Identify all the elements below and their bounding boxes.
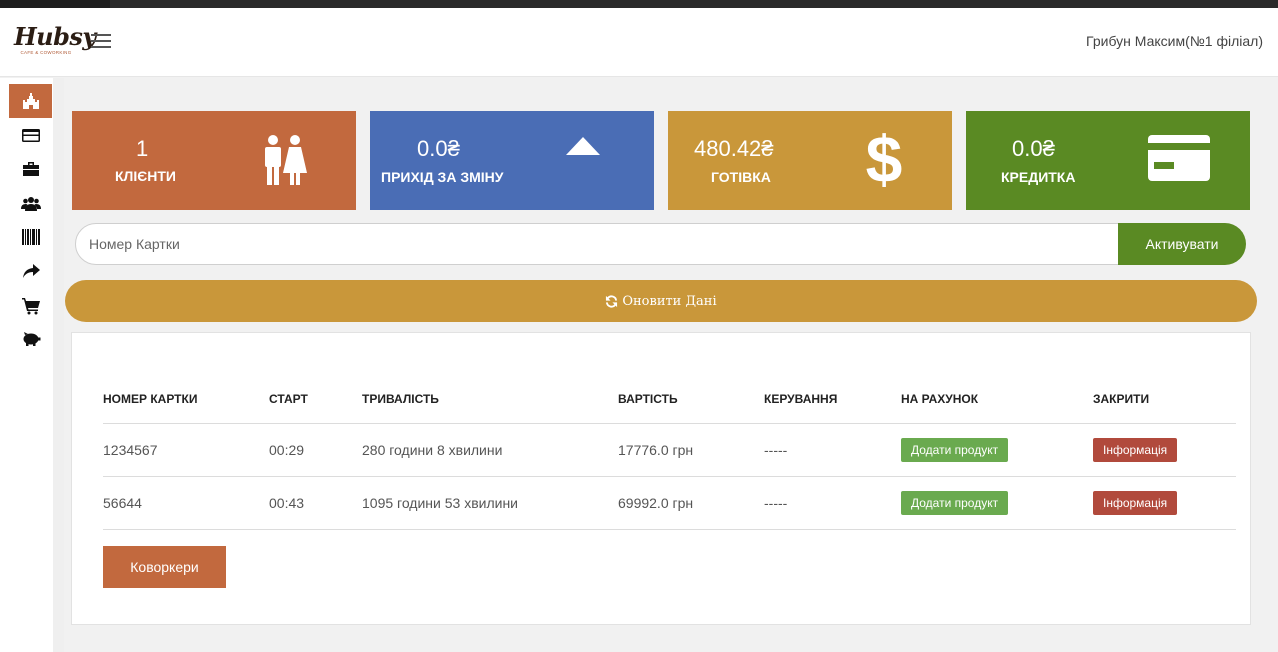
cart-icon	[21, 298, 40, 315]
coworkers-button[interactable]: Коворкери	[103, 546, 226, 588]
cell-account: Додати продукт	[901, 476, 1093, 530]
people-icon	[265, 135, 307, 185]
svg-text:$: $	[866, 126, 903, 190]
refresh-label: Оновити Дані	[622, 293, 717, 309]
dollar-icon: $	[866, 126, 903, 190]
stat-clients-label: КЛІЄНТИ	[115, 168, 176, 184]
sidebar-item-cart[interactable]	[9, 288, 52, 322]
cell-cost: 17776.0 грн	[618, 423, 764, 477]
add-product-button[interactable]: Додати продукт	[901, 490, 1009, 515]
col-account: НА РАХУНОК	[901, 375, 1093, 424]
info-button[interactable]: Інформація	[1093, 490, 1178, 515]
stat-credit-label: КРЕДИТКА	[1001, 169, 1076, 185]
sidebar-item-piggy[interactable]	[9, 322, 52, 356]
stat-income-value: 0.0₴	[417, 136, 460, 161]
col-start: СТАРТ	[269, 375, 362, 424]
cell-close: Інформація	[1093, 476, 1236, 530]
col-cost: ВАРТІСТЬ	[618, 375, 764, 424]
briefcase-icon	[22, 162, 39, 176]
col-duration: ТРИВАЛІСТЬ	[362, 375, 618, 424]
info-button[interactable]: Інформація	[1093, 437, 1178, 462]
cell-start: 00:29	[269, 423, 362, 477]
logo-text: Hubsy	[14, 22, 96, 51]
stat-clients: 1 КЛІЄНТИ	[72, 111, 356, 210]
sidebar-item-card[interactable]	[9, 118, 52, 152]
users-icon	[20, 197, 41, 211]
stat-clients-value: 1	[136, 136, 149, 161]
cell-account: Додати продукт	[901, 423, 1093, 477]
cell-duration: 1095 години 53 хвилини	[362, 476, 618, 530]
sidebar-divider	[53, 78, 64, 652]
cell-cost: 69992.0 грн	[618, 476, 764, 530]
sidebar-item-barcode[interactable]	[9, 220, 52, 254]
add-product-button[interactable]: Додати продукт	[901, 437, 1009, 462]
sidebar-item-share[interactable]	[9, 254, 52, 288]
sidebar	[0, 78, 53, 652]
sidebar-item-users[interactable]	[9, 186, 52, 220]
top-strip	[0, 0, 1278, 8]
card-number-input[interactable]	[75, 223, 1135, 265]
stat-income-label: ПРИХІД ЗА ЗМІНУ	[381, 169, 504, 185]
cell-close: Інформація	[1093, 423, 1236, 477]
stat-shift-income: 0.0₴ ПРИХІД ЗА ЗМІНУ	[370, 111, 654, 210]
credit-card-icon	[1148, 135, 1210, 181]
stat-cash-value: 480.42₴	[694, 136, 774, 161]
header: Hubsy CAFE & COWORKING Грибун Максим(№1 …	[0, 8, 1278, 77]
sidebar-item-briefcase[interactable]	[9, 152, 52, 186]
sidebar-item-castle[interactable]	[9, 84, 52, 118]
refresh-icon	[606, 294, 618, 308]
hamburger-menu-icon[interactable]	[91, 34, 111, 50]
logo-subtitle: CAFE & COWORKING	[20, 50, 72, 55]
cell-card: 1234567	[103, 423, 269, 477]
sessions-table: НОМЕР КАРТКИ СТАРТ ТРИВАЛІСТЬ ВАРТІСТЬ К…	[103, 375, 1236, 530]
col-close: ЗАКРИТИ	[1093, 375, 1236, 424]
table-row: 56644 00:43 1095 години 53 хвилини 69992…	[103, 476, 1236, 530]
col-card-number: НОМЕР КАРТКИ	[103, 375, 269, 424]
table-header-row: НОМЕР КАРТКИ СТАРТ ТРИВАЛІСТЬ ВАРТІСТЬ К…	[103, 375, 1236, 424]
piggy-bank-icon	[23, 332, 40, 346]
cell-start: 00:43	[269, 476, 362, 530]
card-activation-form: Активувати	[75, 223, 1247, 265]
cell-control: -----	[764, 476, 901, 530]
stat-cash: 480.42₴ ГОТІВКА $	[668, 111, 952, 210]
stat-cash-label: ГОТІВКА	[711, 169, 771, 185]
sessions-panel: НОМЕР КАРТКИ СТАРТ ТРИВАЛІСТЬ ВАРТІСТЬ К…	[71, 332, 1251, 625]
table-row: 1234567 00:29 280 години 8 хвилини 17776…	[103, 423, 1236, 477]
share-arrow-icon	[22, 264, 40, 278]
barcode-icon	[21, 229, 40, 245]
user-name[interactable]: Грибун Максим(№1 філіал)	[1086, 33, 1263, 49]
cell-duration: 280 години 8 хвилини	[362, 423, 618, 477]
triangle-up-icon	[566, 137, 600, 155]
cell-card: 56644	[103, 476, 269, 530]
stat-credit-value: 0.0₴	[1012, 136, 1055, 161]
castle-icon	[22, 93, 39, 109]
credit-card-icon	[21, 129, 40, 142]
refresh-data-button[interactable]: Оновити Дані	[65, 280, 1257, 322]
col-control: КЕРУВАННЯ	[764, 375, 901, 424]
cell-control: -----	[764, 423, 901, 477]
stat-credit: 0.0₴ КРЕДИТКА	[966, 111, 1250, 210]
activate-button[interactable]: Активувати	[1118, 223, 1246, 265]
logo[interactable]: Hubsy CAFE & COWORKING	[14, 22, 96, 62]
